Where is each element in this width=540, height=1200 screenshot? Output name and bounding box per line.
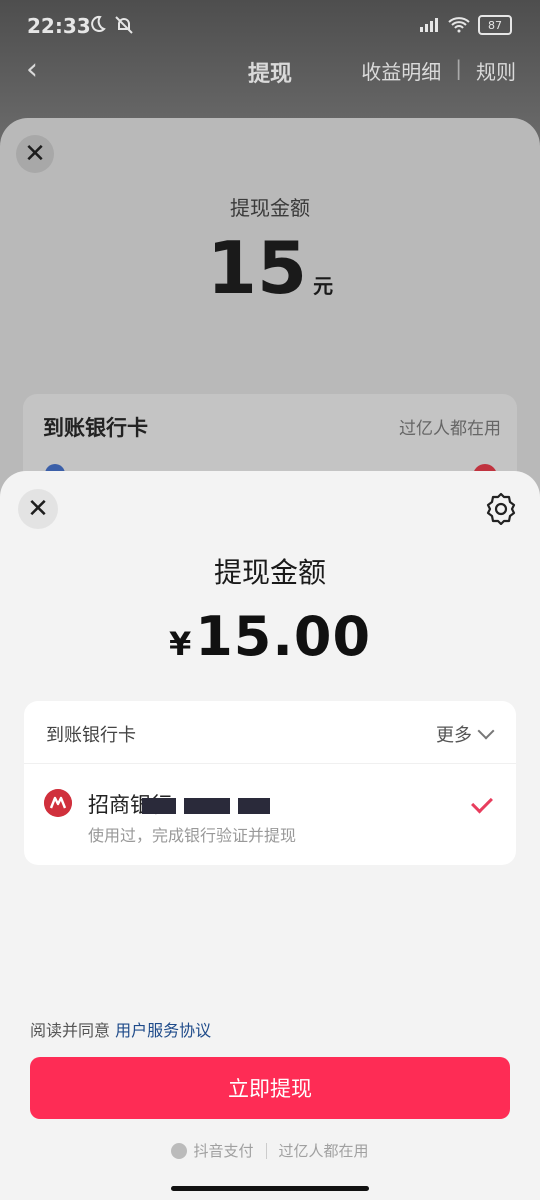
checkmark-icon bbox=[471, 791, 493, 814]
currency-symbol: ¥ bbox=[168, 625, 192, 663]
close-icon[interactable]: ✕ bbox=[18, 489, 58, 529]
footer-brand: 抖音支付 过亿人都在用 bbox=[0, 1140, 540, 1161]
moon-icon bbox=[91, 15, 106, 32]
divider: | bbox=[455, 56, 462, 80]
card-header: 到账银行卡 bbox=[46, 725, 136, 746]
sheet-title: 提现金额 bbox=[213, 556, 326, 589]
amount-unit: 元 bbox=[313, 274, 334, 298]
divider bbox=[265, 1142, 267, 1159]
bank-logo-icon bbox=[44, 789, 72, 817]
chevron-down-icon bbox=[477, 722, 495, 740]
card-slogan: 过亿人都在用 bbox=[399, 419, 501, 439]
user-service-agreement-link[interactable]: 用户服务协议 bbox=[115, 1021, 211, 1040]
withdraw-amount: 15 元 bbox=[0, 226, 540, 310]
agreement-prefix: 阅读并同意 bbox=[30, 1021, 111, 1040]
earnings-detail-link[interactable]: 收益明细 bbox=[361, 56, 441, 85]
more-cards-button[interactable]: 更多 bbox=[436, 721, 495, 747]
status-time: 22:33 bbox=[27, 14, 91, 38]
withdraw-label: 提现金额 bbox=[230, 196, 310, 220]
footer-brand-text: 抖音支付 bbox=[193, 1142, 254, 1160]
close-icon[interactable]: ✕ bbox=[16, 135, 54, 173]
footer-slogan: 过亿人都在用 bbox=[278, 1142, 369, 1160]
amount-value: 15 bbox=[206, 226, 308, 310]
home-indicator[interactable] bbox=[171, 1186, 369, 1191]
masked-card-number bbox=[142, 798, 176, 814]
card-title: 到账银行卡 bbox=[43, 416, 148, 440]
rules-link[interactable]: 规则 bbox=[476, 56, 516, 85]
battery-icon: 87 bbox=[478, 15, 512, 35]
agreement-text: 阅读并同意 用户服务协议 bbox=[30, 1017, 211, 1041]
bank-card-selector: 到账银行卡 更多 招商银行 使用过，完成银行验证并提现 bbox=[24, 701, 516, 865]
divider bbox=[24, 763, 516, 764]
status-bar: 22:33 87 bbox=[0, 0, 540, 52]
bank-subtitle: 使用过，完成银行验证并提现 bbox=[88, 826, 297, 845]
more-label: 更多 bbox=[436, 725, 472, 746]
gear-icon[interactable] bbox=[484, 491, 518, 525]
amount-value: 15.00 bbox=[195, 605, 372, 668]
app-bar: ‹ 提现 收益明细 | 规则 bbox=[0, 52, 540, 92]
masked-card-number bbox=[184, 798, 230, 814]
wifi-icon bbox=[448, 17, 470, 33]
withdraw-confirm-sheet: ✕ 提现金额 ¥15.00 到账银行卡 更多 招商银行 使用过，完成银行验证并提… bbox=[0, 471, 540, 1200]
withdraw-now-button[interactable]: 立即提现 bbox=[30, 1057, 510, 1119]
signal-icon bbox=[420, 18, 438, 32]
masked-card-number bbox=[238, 798, 270, 814]
mute-bell-icon bbox=[115, 16, 133, 34]
sheet-amount: ¥15.00 bbox=[0, 605, 540, 668]
douyin-pay-logo-icon bbox=[171, 1142, 188, 1159]
